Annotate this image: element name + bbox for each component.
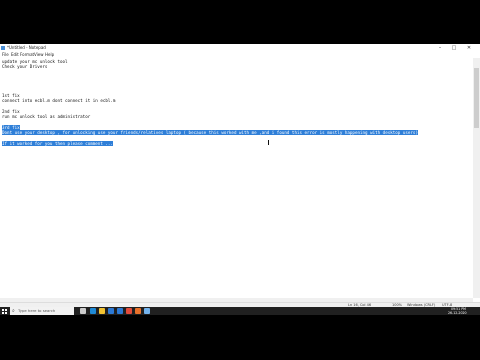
taskbar: ⌕ Type here to search 09:51 PM 26-12-202… [0, 307, 480, 315]
vertical-scrollbar[interactable] [473, 58, 480, 298]
search-icon: ⌕ [12, 308, 15, 314]
windows-start-button[interactable] [0, 307, 9, 315]
editor-line: connect into ecbl.m dont connect it in e… [2, 98, 116, 103]
editor-line-selected: If it worked for you then please comment… [2, 141, 113, 146]
notepad-icon [1, 46, 5, 50]
edge-icon[interactable] [90, 308, 96, 314]
file-explorer-icon[interactable] [99, 308, 105, 314]
taskbar-search-input[interactable]: ⌕ Type here to search [10, 307, 74, 315]
chrome-icon[interactable] [126, 308, 132, 314]
search-placeholder: Type here to search [18, 308, 56, 313]
maximize-button[interactable]: □ [448, 44, 460, 52]
minimize-button[interactable]: – [434, 44, 446, 52]
text-editor[interactable]: update your mc unlock tool Check your Dr… [0, 58, 473, 298]
close-button[interactable]: ✕ [463, 44, 475, 52]
editor-line: run mc unlock tool as administrator [2, 114, 91, 119]
windows-logo-icon [2, 312, 4, 314]
windows-logo-icon [5, 309, 7, 311]
firefox-icon[interactable] [135, 308, 141, 314]
clock-date[interactable]: 26-12-2020 [448, 311, 467, 315]
text-caret [268, 140, 269, 145]
editor-line-selected: Dont use your desktop , for unlocking us… [2, 130, 418, 135]
windows-logo-icon [5, 312, 7, 314]
windows-logo-icon [2, 309, 4, 311]
editor-line: Check your Drivers [2, 64, 48, 69]
notepad-icon[interactable] [144, 308, 150, 314]
scrollbar-thumb[interactable] [474, 68, 479, 128]
title-bar: *Untitled - Notepad – □ ✕ [0, 44, 480, 52]
task-view-icon[interactable] [80, 308, 86, 314]
window-title: *Untitled - Notepad [7, 45, 46, 50]
store-icon[interactable] [108, 308, 114, 314]
screen: *Untitled - Notepad – □ ✕ File Edit Form… [0, 44, 480, 315]
mail-icon[interactable] [117, 308, 123, 314]
